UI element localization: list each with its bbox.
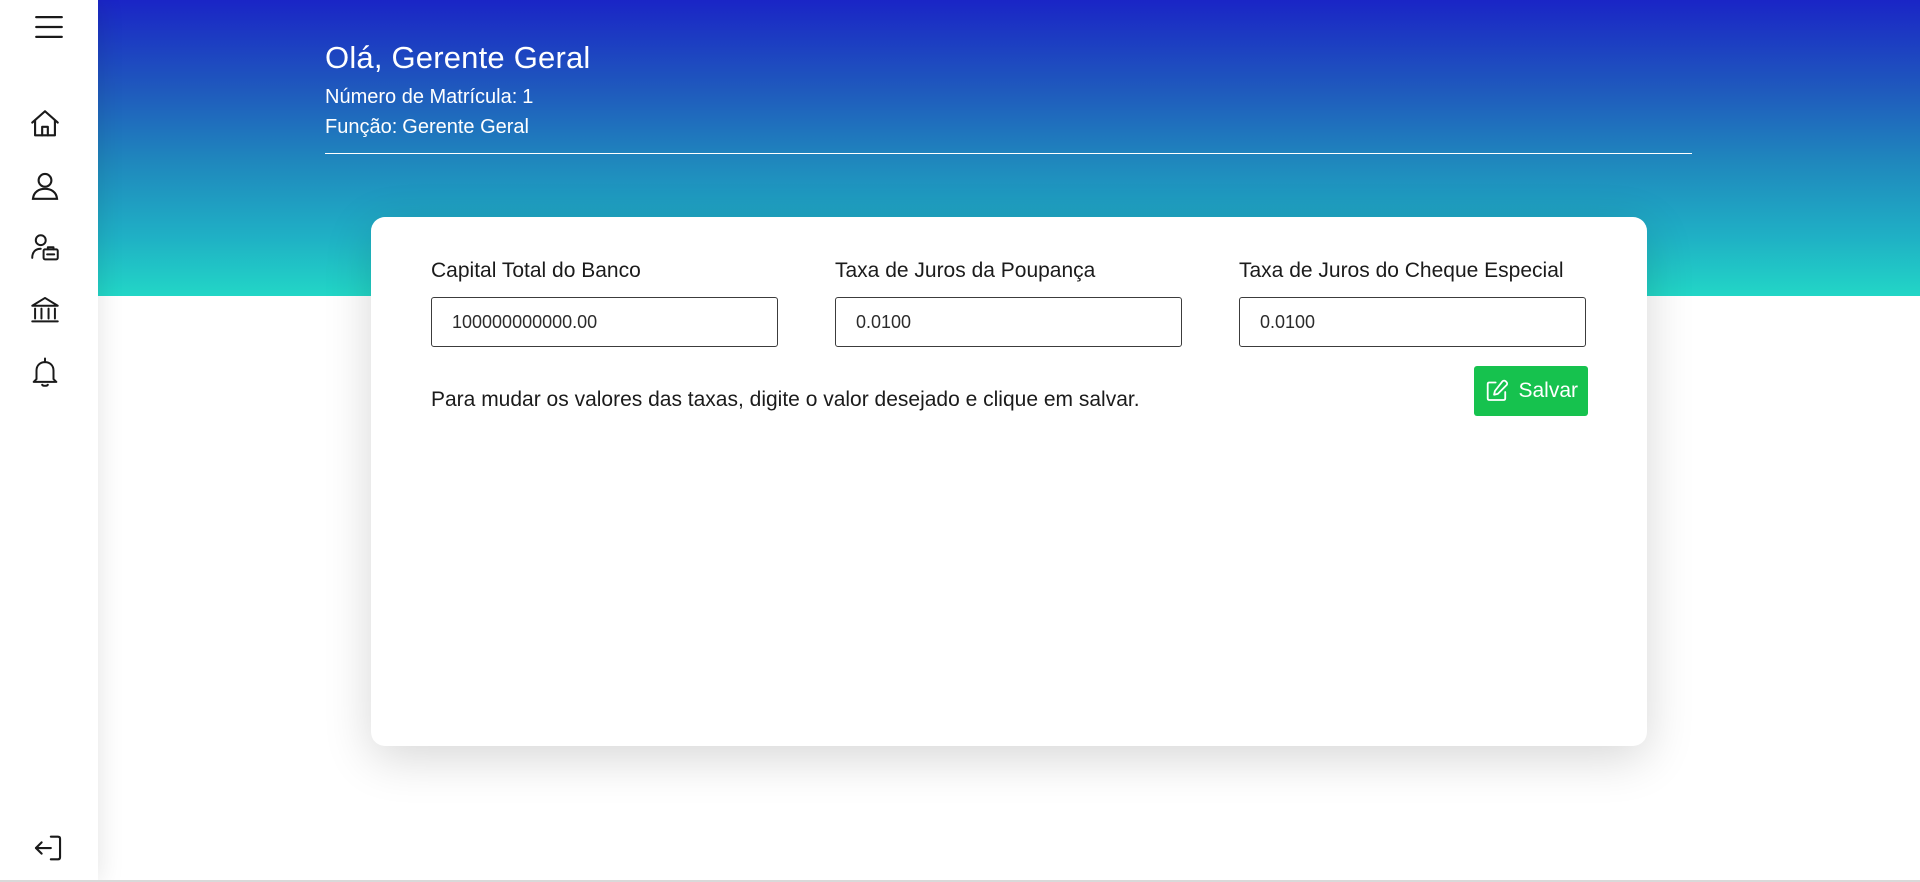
bank-capital-input[interactable]: [431, 297, 778, 347]
menu-button[interactable]: [31, 9, 67, 45]
bell-icon: [32, 357, 58, 387]
edit-icon: [1486, 379, 1509, 401]
registration-label: Número de Matrícula:: [325, 86, 518, 108]
logout-icon: [34, 835, 62, 861]
sidebar: [0, 0, 98, 882]
registration-value: 1: [522, 86, 534, 108]
role-info: Função: Gerente Geral: [325, 116, 529, 139]
sidebar-item-notifications[interactable]: [27, 354, 63, 390]
role-label: Função:: [325, 116, 398, 138]
logout-button[interactable]: [30, 830, 66, 866]
user-icon: [31, 172, 59, 200]
sidebar-item-profile[interactable]: [27, 168, 63, 204]
bank-capital-label: Capital Total do Banco: [431, 259, 641, 282]
savings-rate-label: Taxa de Juros da Poupança: [835, 259, 1096, 282]
savings-rate-input[interactable]: [835, 297, 1182, 347]
sidebar-item-bank[interactable]: [27, 292, 63, 328]
role-value: Gerente Geral: [402, 116, 529, 138]
sidebar-item-employees[interactable]: [27, 230, 63, 266]
greeting-title: Olá, Gerente Geral: [325, 40, 591, 75]
save-button[interactable]: Salvar: [1474, 366, 1588, 416]
hamburger-menu-icon: [35, 15, 63, 39]
sidebar-item-home[interactable]: [27, 106, 63, 142]
save-button-label: Salvar: [1518, 379, 1578, 402]
home-icon: [31, 110, 59, 137]
settings-card: Capital Total do Banco Taxa de Juros da …: [371, 217, 1647, 746]
header-divider: [325, 153, 1692, 154]
registration-info: Número de Matrícula: 1: [325, 86, 533, 109]
overdraft-rate-label: Taxa de Juros do Cheque Especial: [1239, 259, 1564, 282]
overdraft-rate-input[interactable]: [1239, 297, 1586, 347]
user-badge-icon: [31, 234, 59, 261]
bank-icon: [31, 296, 59, 323]
help-text: Para mudar os valores das taxas, digite …: [431, 388, 1140, 411]
